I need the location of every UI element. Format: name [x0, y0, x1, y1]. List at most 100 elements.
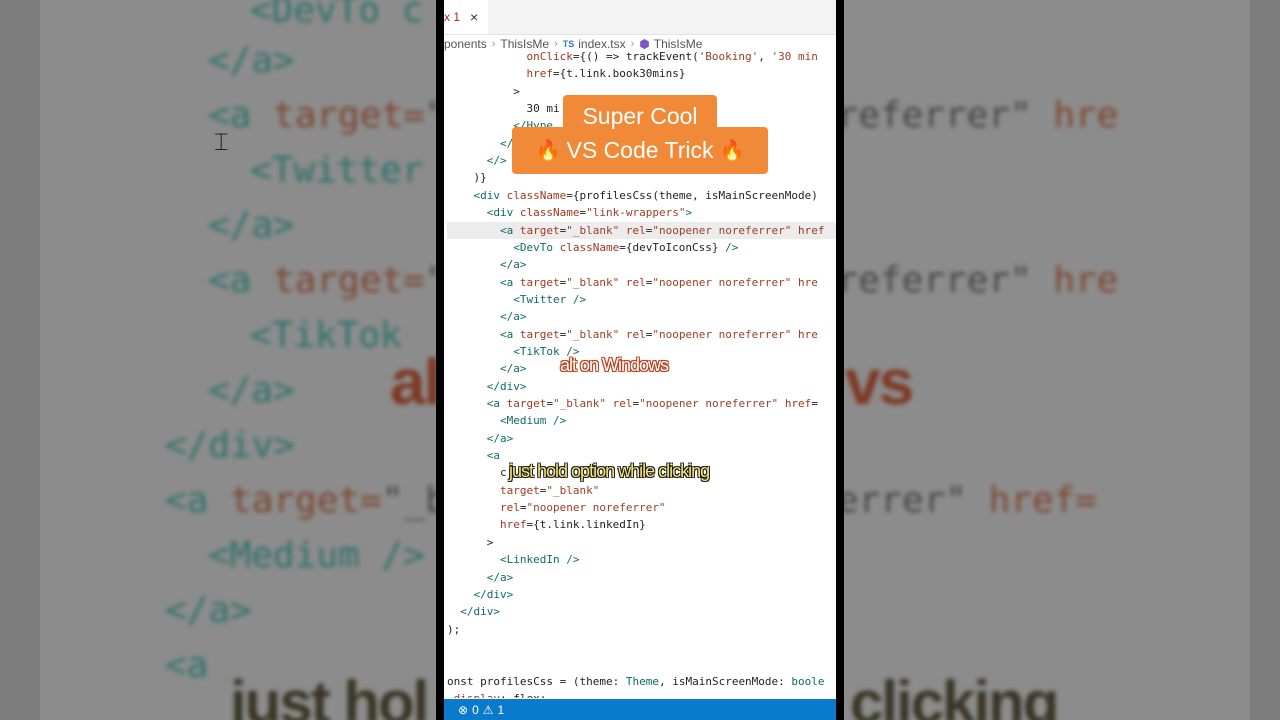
background-code-line: </a>: [165, 590, 252, 631]
code-line[interactable]: target="_blank": [447, 482, 836, 499]
code-token: ={devToIconCss}: [619, 240, 726, 254]
code-line[interactable]: </a>: [447, 430, 836, 447]
code-line[interactable]: rel="noopener noreferrer": [447, 499, 836, 516]
code-line[interactable]: display: flex;: [447, 690, 836, 698]
background-caption: just hol: [230, 669, 429, 720]
code-token: rel: [625, 223, 646, 237]
code-line[interactable]: </div>: [447, 586, 836, 603]
code-line[interactable]: );: [447, 621, 836, 638]
background-code-token: target=: [230, 480, 382, 521]
warning-icon[interactable]: ⚠: [483, 703, 494, 717]
code-token: "noopener noreferrer": [639, 397, 779, 410]
error-count[interactable]: 0: [472, 703, 479, 717]
code-token: </div>: [473, 587, 514, 601]
error-icon[interactable]: ⊗: [458, 703, 468, 717]
code-token: href: [526, 67, 553, 81]
title-badge-line1: Super Cool: [563, 95, 717, 137]
pillar-left: [436, 0, 444, 720]
code-line[interactable]: <Medium />: [447, 412, 836, 429]
code-line[interactable]: <Twitter />: [447, 291, 836, 308]
code-line[interactable]: <LinkedIn />: [447, 551, 836, 568]
code-line[interactable]: <div className={profilesCss(theme, isMai…: [447, 187, 836, 204]
code-line[interactable]: <a target="_blank" rel="noopener norefer…: [447, 274, 836, 291]
text-cursor-icon: ⌶: [214, 128, 229, 156]
code-token: </div>: [486, 379, 527, 393]
code-line[interactable]: </div>: [447, 603, 836, 620]
caption-hold-option: just hold option while clicking: [509, 461, 710, 481]
background-code-token: <TikTok: [250, 315, 402, 356]
warning-count[interactable]: 1: [498, 703, 505, 717]
background-caption: al: [390, 346, 441, 418]
code-line[interactable]: onClick={() => trackEvent('Booking', '30…: [447, 48, 836, 65]
code-line[interactable]: </div>: [447, 378, 836, 395]
code-line[interactable]: href={t.link.linkedIn}: [447, 516, 836, 533]
fire-icon: 🔥: [719, 140, 745, 162]
code-token: target: [519, 223, 560, 237]
code-line[interactable]: [447, 655, 836, 672]
caption-alt-windows: alt on Windows: [560, 355, 669, 375]
code-line[interactable]: </a>: [447, 308, 836, 325]
tab-bar: x 1 ×: [444, 0, 836, 35]
code-line[interactable]: href={t.link.book30mins}: [447, 65, 836, 82]
tab-index-tsx[interactable]: x 1 ×: [444, 0, 489, 34]
background-code-token: hre: [1053, 260, 1119, 301]
code-line[interactable]: </a>: [447, 256, 836, 273]
code-token: >: [447, 535, 494, 549]
code-token: (: [692, 50, 699, 63]
background-code-token: <a: [165, 645, 209, 686]
code-line[interactable]: <div className="link-wrappers">: [447, 204, 836, 221]
code-token: <div: [473, 188, 507, 202]
code-token: target: [519, 327, 560, 341]
code-token: display: [454, 692, 500, 698]
background-code-line: </a>: [208, 205, 295, 246]
code-token: )}: [447, 171, 487, 185]
code-token: 'Booking': [698, 50, 759, 63]
code-line[interactable]: [447, 638, 836, 655]
background-code-line: <TikTok: [250, 315, 402, 356]
code-line[interactable]: onst profilesCss = (theme: Theme, isMain…: [447, 673, 836, 690]
code-token: </a>: [499, 362, 527, 376]
code-token: = (theme:: [552, 674, 626, 688]
code-line[interactable]: </a>: [447, 569, 836, 586]
background-code-token: </a>: [208, 370, 295, 411]
background-caption: clicking: [850, 669, 1059, 720]
code-token: <DevTo: [513, 240, 560, 254]
code-line[interactable]: <DevTo className={devToIconCss} />: [447, 239, 836, 256]
code-token: target: [506, 397, 547, 410]
code-token: 30 mi: [447, 102, 560, 116]
background-code-line: <Twitter: [250, 150, 423, 191]
background-code-token: href=: [988, 480, 1098, 521]
code-token: , isMainScreenMode:: [658, 674, 792, 688]
background-code-token: <a: [208, 260, 274, 301]
code-token: target: [499, 483, 540, 497]
code-line[interactable]: <a target="_blank" rel="noopener norefer…: [447, 395, 836, 412]
background-shade-right: [1250, 0, 1280, 720]
code-token: onClick: [526, 50, 573, 63]
code-token: "_blank": [566, 223, 620, 237]
code-token: href: [499, 518, 527, 532]
background-code-token: <Medium />: [208, 535, 425, 576]
close-icon[interactable]: ×: [470, 9, 478, 25]
code-line[interactable]: >: [447, 534, 836, 551]
code-token: <Twitter />: [513, 292, 587, 306]
code-line[interactable]: <a target="_blank" rel="noopener norefer…: [447, 221, 836, 239]
code-token: '30 min: [771, 50, 818, 63]
code-line[interactable]: <a target="_blank" rel="noopener norefer…: [447, 326, 836, 343]
